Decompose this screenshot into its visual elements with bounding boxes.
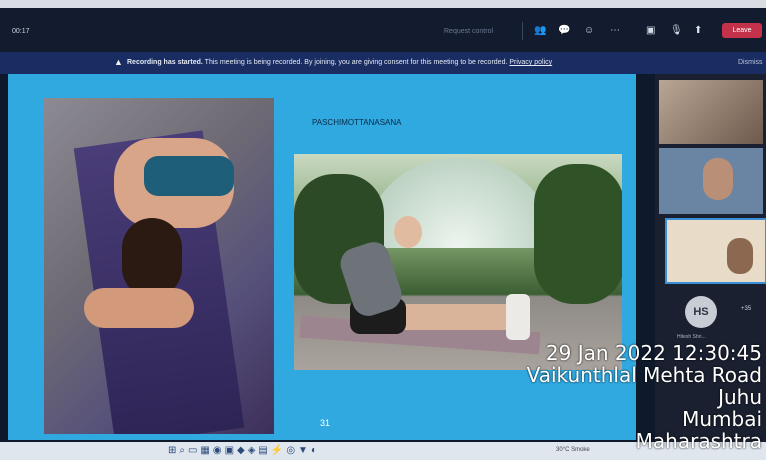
recording-message: Recording has started. This meeting is b… [127, 59, 552, 66]
slide-page-number: 31 [320, 418, 331, 428]
meeting-timer: 00:17 [12, 28, 30, 35]
share-screen-icon[interactable]: ⬆ [694, 25, 702, 36]
hair-shape [122, 218, 182, 298]
warning-icon: ▲ [114, 57, 123, 67]
more-options-icon[interactable]: ⋯ [610, 25, 620, 36]
participant-video-3[interactable] [665, 218, 766, 284]
camera-icon[interactable]: ▣ [646, 25, 655, 36]
stamp-line-5: Maharashtra [635, 429, 762, 453]
yoga-woman-image [44, 98, 274, 434]
avatar[interactable]: HS [685, 296, 717, 328]
participant-face [703, 158, 733, 200]
slide-title: PASCHIMOTTANASANA [312, 118, 402, 127]
taskbar-app-icons[interactable]: ⊞⌕▭▦◉▣◆◈▤⚡◎▼◐ [168, 445, 320, 456]
yoga-man-image [294, 154, 622, 370]
avatar-name: Hitesh Shri... [677, 334, 706, 340]
timestamp-overlay: 29 Jan 2022 12:30:45 Vaikunthlal Mehta R… [527, 342, 762, 452]
stamp-line-4: Mumbai [682, 407, 762, 431]
top-shape [144, 156, 234, 196]
participant-overflow-count[interactable]: +35 [741, 306, 751, 312]
reactions-icon[interactable]: ☺ [584, 25, 594, 36]
toolbar-divider [522, 22, 523, 40]
microphone-icon[interactable]: 🎙 [670, 25, 683, 36]
head-shape [394, 216, 422, 248]
people-icon[interactable]: 👥 [534, 25, 546, 36]
participant-face [727, 238, 753, 274]
leave-button[interactable]: Leave [722, 23, 762, 38]
participant-video-1[interactable] [659, 80, 763, 144]
chat-icon[interactable]: 💬 [558, 25, 570, 36]
plant-right [534, 164, 622, 304]
participant-video-2[interactable] [659, 148, 763, 214]
recording-banner: ▲ Recording has started. This meeting is… [0, 52, 766, 74]
stamp-line-2: Vaikunthlal Mehta Road [526, 363, 762, 387]
request-control-button[interactable]: Request control [444, 28, 493, 35]
greenhouse-dome [364, 158, 554, 248]
dismiss-button[interactable]: Dismiss [738, 59, 763, 66]
towel-shape [506, 294, 530, 340]
stamp-line-3: Juhu [718, 385, 762, 409]
meeting-toolbar: 00:17 Request control 👥 💬 ☺ ⋯ ▣ 🎙 ⬆ Leav… [0, 8, 766, 52]
recording-message-bold: Recording has started. [127, 59, 203, 66]
privacy-policy-link[interactable]: Privacy policy [509, 59, 552, 66]
stamp-datetime: 29 Jan 2022 12:30:45 [545, 341, 762, 365]
arms-shape [84, 288, 194, 328]
recording-message-text: This meeting is being recorded. By joini… [202, 59, 510, 66]
